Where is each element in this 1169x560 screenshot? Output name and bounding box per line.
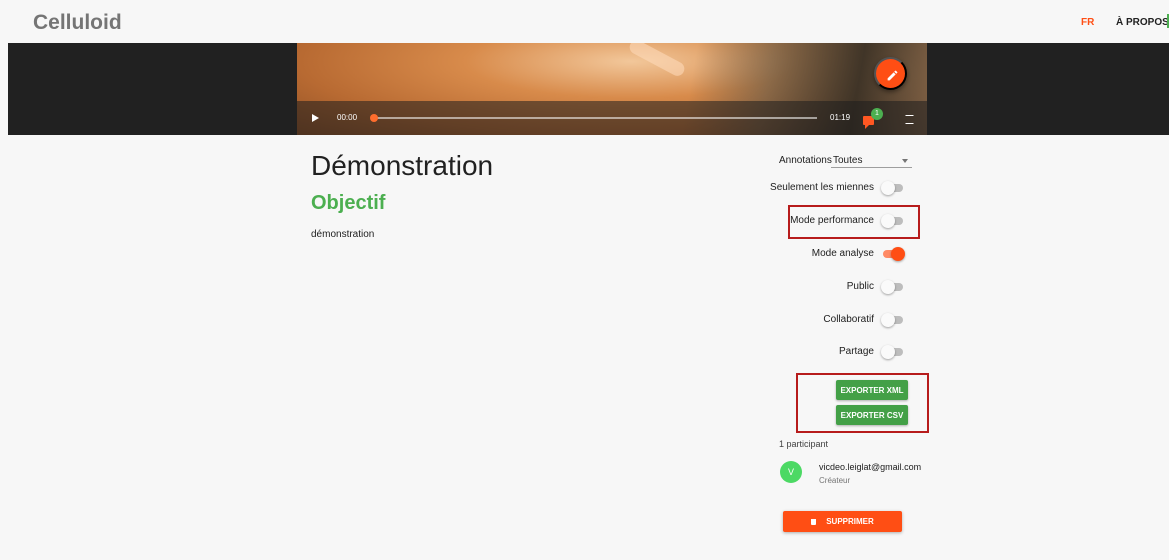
pencil-icon xyxy=(887,70,898,81)
switch-thumb xyxy=(881,181,895,195)
sharing-switch[interactable] xyxy=(881,345,905,359)
toggle-label: Seulement les miennes xyxy=(770,182,874,193)
language-link[interactable]: FR xyxy=(1081,17,1094,28)
switch-thumb xyxy=(881,214,895,228)
toggle-label: Partage xyxy=(838,346,874,357)
trash-icon xyxy=(811,519,817,525)
toggle-label: Public xyxy=(846,281,874,292)
participant-email: vicdeo.leiglat@gmail.com xyxy=(819,462,922,472)
edit-button[interactable] xyxy=(874,57,907,90)
switch-thumb xyxy=(881,313,895,327)
video-player[interactable]: 00:00 01:19 1 xyxy=(297,43,927,135)
duration: 01:19 xyxy=(830,113,851,122)
current-time: 00:00 xyxy=(337,113,358,122)
toggle-label: Mode analyse xyxy=(811,248,874,259)
toggle-row-public: Public xyxy=(760,280,905,294)
delete-button[interactable]: SUPPRIMER xyxy=(783,511,902,532)
export-csv-button[interactable]: EXPORTER CSV xyxy=(836,405,908,425)
participants-count: 1 participant xyxy=(779,439,829,449)
toggle-row-only-mine: Seulement les miennes xyxy=(760,181,905,195)
page-title: Démonstration xyxy=(311,150,494,181)
participant-role: Créateur xyxy=(819,476,851,485)
about-link[interactable]: À PROPOS xyxy=(1116,17,1169,28)
chevron-down-icon xyxy=(902,159,908,163)
only-mine-switch[interactable] xyxy=(881,181,905,195)
video-frame-detail xyxy=(627,43,687,79)
analysis-mode-switch[interactable] xyxy=(881,247,905,261)
play-icon[interactable] xyxy=(312,114,319,122)
toggle-label: Mode performance xyxy=(790,215,874,226)
avatar: V xyxy=(780,461,802,483)
collaborative-switch[interactable] xyxy=(881,313,905,327)
switch-thumb xyxy=(881,280,895,294)
annotations-filter-value: Toutes xyxy=(833,155,863,166)
objective-heading: Objectif xyxy=(311,192,386,214)
toggle-label: Collaboratif xyxy=(823,314,874,325)
annotation-count-badge: 1 xyxy=(871,108,883,120)
annotations-filter-select[interactable]: Toutes xyxy=(831,152,912,168)
progress-bar[interactable] xyxy=(370,114,817,122)
annotations-filter-label: Annotations xyxy=(779,155,832,166)
delete-button-label: SUPPRIMER xyxy=(826,517,874,526)
app-brand[interactable]: Celluloid xyxy=(33,11,122,35)
video-band: 00:00 01:19 1 xyxy=(8,43,1169,135)
player-controls: 00:00 01:19 1 xyxy=(297,101,927,135)
toggle-row-sharing: Partage xyxy=(760,345,905,359)
toggle-row-performance-mode: Mode performance xyxy=(760,214,905,228)
performance-mode-switch[interactable] xyxy=(881,214,905,228)
switch-thumb xyxy=(881,345,895,359)
switch-thumb xyxy=(891,247,905,261)
progress-knob[interactable] xyxy=(370,114,378,122)
toggle-row-analysis-mode: Mode analyse xyxy=(760,247,905,261)
toggle-row-collaborative: Collaboratif xyxy=(760,313,905,327)
app-bar: Celluloid FR À PROPOS xyxy=(8,0,1169,43)
export-xml-button[interactable]: EXPORTER XML xyxy=(836,380,908,400)
fullscreen-icon[interactable] xyxy=(905,115,914,124)
public-switch[interactable] xyxy=(881,280,905,294)
project-description: démonstration xyxy=(311,229,375,240)
